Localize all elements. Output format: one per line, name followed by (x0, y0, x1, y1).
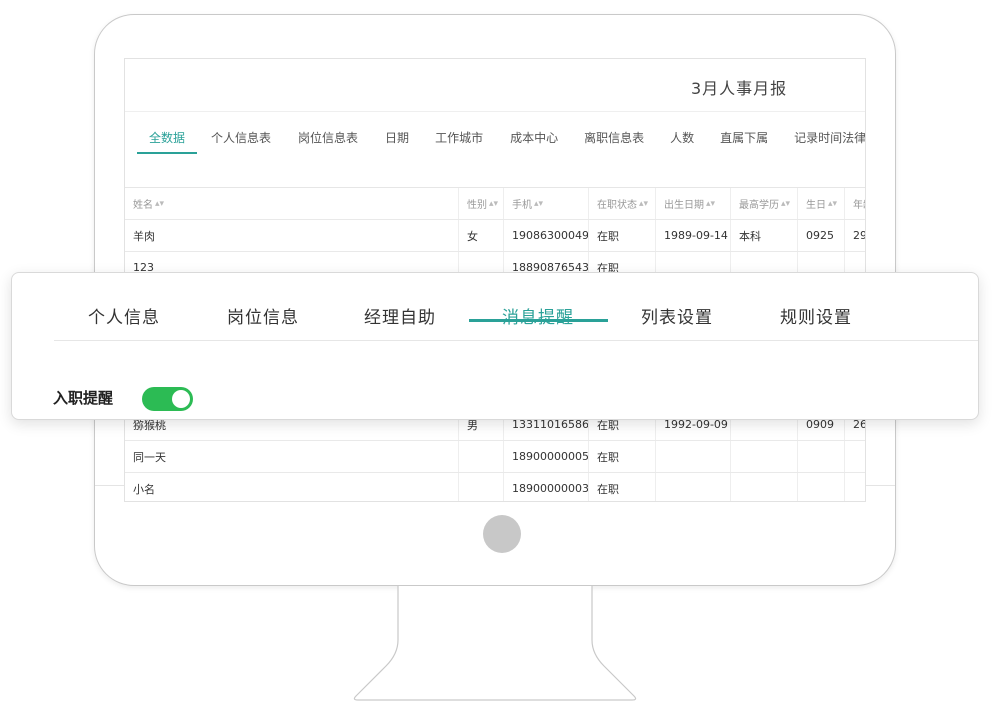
tab-position-info[interactable]: 岗位信息表 (298, 129, 358, 154)
column-header-name[interactable]: 姓名 ▴▾ (125, 188, 459, 219)
report-tabs: 全数据 个人信息表 岗位信息表 日期 工作城市 成本中心 离职信息表 人数 直属… (137, 129, 865, 154)
column-header-birthdate[interactable]: 出生日期 ▴▾ (656, 188, 731, 219)
cell-age (845, 473, 865, 501)
active-tab-indicator (469, 319, 608, 322)
cell-birthday: 0925 (798, 220, 845, 251)
tab-work-city[interactable]: 工作城市 (435, 129, 483, 154)
cell-phone: 19086300049 (504, 220, 589, 251)
sort-icon: ▴▾ (706, 198, 716, 209)
monitor-stand (353, 586, 637, 701)
table-header-row: 姓名 ▴▾ 性别 ▴▾ 手机 ▴▾ 在职状态 ▴▾ 出生日期 ▴▾ 最高学历 ▴▾ 生日 ▴▾… (125, 188, 865, 220)
tab-manager-self-service[interactable]: 经理自助 (364, 303, 436, 328)
cell-birthday (798, 441, 845, 472)
cell-age: 29 (853, 229, 866, 242)
cell-name: 同一天 (125, 441, 459, 472)
cell-gender (459, 441, 504, 472)
sort-icon: ▴▾ (781, 198, 791, 209)
cell-phone: 18900000003 (504, 473, 589, 501)
table-row[interactable]: 羊肉女 19086300049 在职 1989-09-14 本科 0925 29 (125, 220, 866, 252)
cell-status: 在职 (589, 473, 656, 501)
cell-status: 在职 (589, 441, 656, 472)
cell-phone: 18900000005 (504, 441, 589, 472)
sort-icon: ▴▾ (489, 198, 499, 209)
tab-position-info-settings[interactable]: 岗位信息 (227, 303, 299, 328)
tab-rule-settings[interactable]: 规则设置 (780, 303, 852, 328)
cell-birthday (798, 473, 845, 501)
tab-message-reminders[interactable]: 消息提醒 (502, 303, 574, 328)
table-row[interactable]: 小名 18900000003 在职 (125, 473, 865, 501)
toggle-knob (172, 390, 190, 408)
cell-name: 羊肉 (125, 220, 459, 251)
table-row[interactable]: 同一天 18900000005 在职 (125, 441, 865, 473)
settings-tabs: 个人信息 岗位信息 经理自助 消息提醒 列表设置 规则设置 (12, 291, 978, 341)
column-header-age[interactable]: 年龄 (845, 188, 865, 219)
cell-gender (459, 473, 504, 501)
employee-table: 姓名 ▴▾ 性别 ▴▾ 手机 ▴▾ 在职状态 ▴▾ 出生日期 ▴▾ 最高学历 ▴▾ 生日 ▴▾… (125, 187, 866, 284)
sort-icon: ▴▾ (828, 198, 838, 209)
tab-record-time[interactable]: 记录时间法律 (794, 129, 865, 154)
column-header-phone[interactable]: 手机 ▴▾ (504, 188, 589, 219)
divider (54, 340, 978, 341)
tab-list-settings[interactable]: 列表设置 (641, 303, 713, 328)
cell-education: 本科 (731, 220, 798, 251)
onboarding-reminder-label: 入职提醒 (53, 389, 114, 407)
cell-status: 在职 (589, 220, 656, 251)
tab-all-data[interactable]: 全数据 (137, 129, 198, 154)
cell-education (731, 473, 798, 501)
cell-birthdate: 1989-09-14 (656, 220, 731, 251)
cell-gender: 女 (459, 220, 504, 251)
tab-personal-info[interactable]: 个人信息表 (211, 129, 271, 154)
report-title: 3月人事月报 (691, 79, 788, 98)
cell-education (731, 441, 798, 472)
onboarding-reminder-toggle[interactable] (142, 387, 193, 411)
sort-icon: ▴▾ (155, 198, 165, 209)
settings-panel: 个人信息 岗位信息 经理自助 消息提醒 列表设置 规则设置 入职提醒 (11, 272, 979, 420)
tab-date[interactable]: 日期 (385, 129, 409, 154)
column-header-birthday[interactable]: 生日 ▴▾ (798, 188, 845, 219)
cell-birthdate (656, 441, 731, 472)
divider (125, 111, 865, 112)
cell-age (845, 441, 865, 472)
tab-personal-info-settings[interactable]: 个人信息 (88, 303, 160, 328)
column-header-status[interactable]: 在职状态 ▴▾ (589, 188, 656, 219)
cell-name: 小名 (125, 473, 459, 501)
tab-headcount[interactable]: 人数 (670, 129, 694, 154)
monitor-power-button (483, 515, 521, 553)
employee-table-lower: 猕猴桃男 13311016586 在职 1992-09-09 0909 26 同一天 1890… (125, 409, 865, 501)
tab-direct-reports[interactable]: 直属下属 (720, 129, 768, 154)
tab-cost-center[interactable]: 成本中心 (510, 129, 558, 154)
tab-resignation-info[interactable]: 离职信息表 (584, 129, 644, 154)
sort-icon: ▴▾ (639, 198, 649, 209)
column-header-gender[interactable]: 性别 ▴▾ (459, 188, 504, 219)
sort-icon: ▴▾ (534, 198, 544, 209)
column-header-education[interactable]: 最高学历 ▴▾ (731, 188, 798, 219)
cell-birthdate (656, 473, 731, 501)
